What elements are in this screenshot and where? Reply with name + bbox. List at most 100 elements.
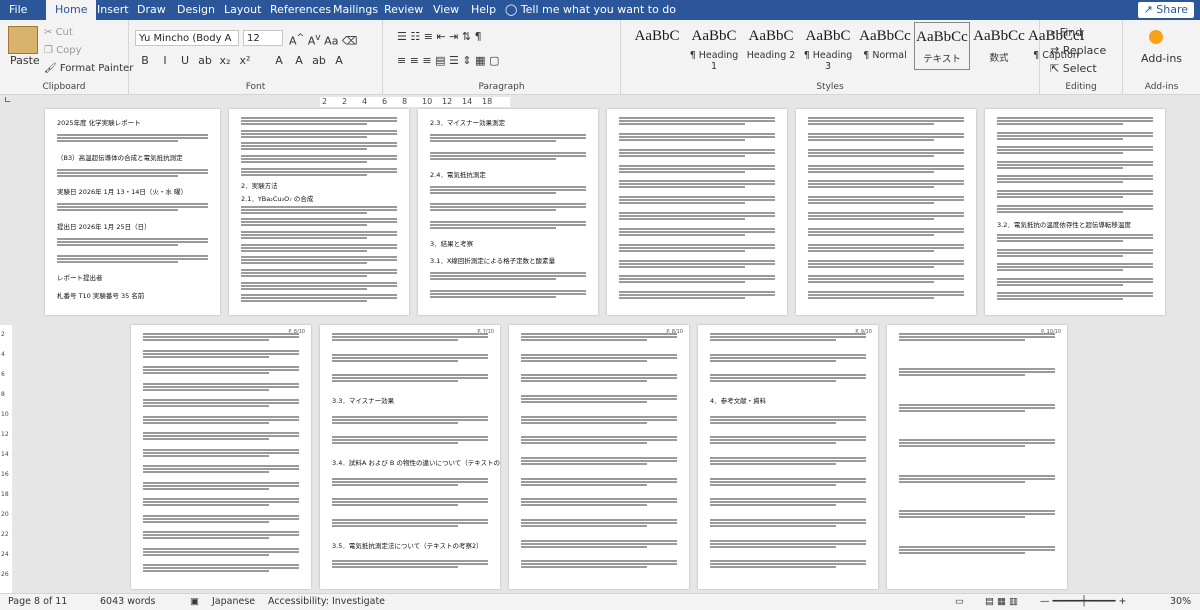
ruler-tick: 18 <box>482 97 493 106</box>
font-color-button[interactable]: A <box>269 54 289 67</box>
vruler-tick: 8 <box>1 391 5 398</box>
text-placeholder <box>619 218 745 220</box>
document-page[interactable]: P. 8/10 <box>131 325 311 589</box>
text-placeholder <box>241 129 397 132</box>
tell-me-search[interactable]: ◯ Tell me what you want to do <box>505 0 676 20</box>
document-page[interactable] <box>607 109 787 315</box>
font-format-button[interactable]: B <box>135 54 155 67</box>
align-buttons[interactable]: ≡ ≡ ≡ ▤ ☰ ⇕ ▦ ▢ <box>397 54 499 68</box>
accessibility-status[interactable]: Accessibility: Investigate <box>268 594 385 610</box>
zoom-slider[interactable]: — ━━━━━┿━━━━━ + <box>1040 594 1126 610</box>
word-count[interactable]: 6043 words <box>100 594 156 610</box>
font-format-button[interactable]: U <box>175 54 195 67</box>
share-button[interactable]: ↗ Share <box>1137 2 1194 18</box>
text-placeholder <box>710 519 866 521</box>
text-placeholder <box>430 275 586 278</box>
text-placeholder <box>710 377 866 380</box>
tab-selector-icon[interactable]: ∟ <box>4 96 12 106</box>
text-placeholder <box>521 356 677 359</box>
page-count[interactable]: Page 8 of 11 <box>8 594 67 610</box>
text-placeholder <box>143 388 269 391</box>
text-placeholder <box>521 519 677 521</box>
text-placeholder <box>332 356 488 359</box>
horizontal-ruler[interactable]: ∟ 2 2 4 6 8 10 12 14 18 <box>0 95 1200 109</box>
grow-font-button[interactable]: A^ Av Aa ⌫ <box>289 31 358 48</box>
text-placeholder <box>997 120 1153 122</box>
text-placeholder <box>143 435 299 438</box>
focus-mode-icon[interactable]: ▭ <box>955 594 964 610</box>
text-placeholder <box>997 239 1123 242</box>
style-tile[interactable]: AaBbC <box>629 22 685 70</box>
text-placeholder <box>710 460 866 462</box>
text-placeholder <box>430 137 586 140</box>
text-placeholder <box>619 294 775 297</box>
text-placeholder <box>619 154 745 157</box>
select-button[interactable]: ⇱ Select <box>1050 62 1097 76</box>
font-size-select[interactable]: 12 <box>243 30 283 46</box>
style-tile[interactable]: AaBbCc 数式 <box>971 22 1027 70</box>
style-tile[interactable]: AaBbC ¶ Heading 1 <box>686 22 742 72</box>
document-page[interactable]: 2．実験方法 2.1．YBa₂Cu₃O₇ の合成 <box>229 109 409 315</box>
tab-file[interactable]: File <box>0 0 36 20</box>
style-name: ¶ Normal <box>863 50 907 61</box>
zoom-level[interactable]: 30% <box>1170 594 1191 610</box>
document-page[interactable]: P. 10/10 <box>887 325 1067 589</box>
document-page[interactable]: 3.2．電気抵抗の温度依存性と超伝導転移温度 <box>985 109 1165 315</box>
font-format-button[interactable]: x² <box>235 54 255 67</box>
text-placeholder <box>332 519 488 521</box>
font-color-button[interactable]: A <box>329 54 349 67</box>
font-format-button[interactable]: I <box>155 54 175 67</box>
view-buttons[interactable]: ▤ ▦ ▥ <box>985 594 1018 610</box>
copy-icon: ❐ <box>44 45 57 56</box>
proofing-icon[interactable]: ▣ <box>190 594 199 610</box>
document-page[interactable]: P. 9/10 4．参考文献・資料 <box>698 325 878 589</box>
document-page[interactable]: 2.3．マイスナー効果測定 2.4．電気抵抗測定 3．結果と考察 3.1．X線回折測定… <box>418 109 598 315</box>
document-page[interactable]: 2025年度 化学実験レポート （B3）高温超伝導体の合成と電気抵抗測定 実験日 2… <box>45 109 220 315</box>
style-tile[interactable]: AaBbCc ¶ Normal <box>857 22 913 70</box>
copy-button[interactable]: ❐ Copy <box>44 44 82 58</box>
text-placeholder <box>241 120 397 122</box>
language-indicator[interactable]: Japanese <box>212 594 255 610</box>
vertical-ruler[interactable]: 2 4 6 8 10 12 14 16 18 20 22 24 26 <box>0 325 12 593</box>
text-placeholder <box>143 415 299 418</box>
addins-icon[interactable] <box>1149 30 1163 44</box>
document-page[interactable] <box>796 109 976 315</box>
style-tile[interactable]: AaBbC Heading 2 <box>743 22 799 70</box>
format-painter-button[interactable]: 🖌 Format Painter <box>44 62 133 76</box>
font-label: Font <box>245 82 266 92</box>
addins-button[interactable]: Add-ins <box>1141 52 1182 66</box>
cut-button[interactable]: ✂ Cut <box>44 26 73 40</box>
font-name-select[interactable]: Yu Mincho (Body A <box>135 30 239 46</box>
replace-button[interactable]: ⇄ Replace <box>1050 44 1106 58</box>
text-placeholder <box>619 278 775 281</box>
font-color-button[interactable]: ab <box>309 54 329 67</box>
text-placeholder <box>619 230 775 233</box>
text-placeholder <box>332 418 488 421</box>
text-placeholder <box>521 477 677 480</box>
font-format-button[interactable]: ab <box>195 54 215 67</box>
text-placeholder <box>521 566 647 569</box>
text-placeholder <box>332 439 488 442</box>
style-tile[interactable]: AaBbCc テキスト <box>914 22 970 70</box>
text-placeholder <box>619 262 775 265</box>
text-placeholder <box>143 432 299 435</box>
paste-icon[interactable] <box>8 26 38 54</box>
font-color-button[interactable]: A <box>289 54 309 67</box>
text-placeholder <box>808 186 934 189</box>
text-placeholder <box>899 442 1055 445</box>
text-placeholder <box>241 300 367 303</box>
ruler-tick: 6 <box>382 97 388 106</box>
page-text-line: 2.3．マイスナー効果測定 <box>430 119 506 127</box>
style-tile[interactable]: AaBbC ¶ Heading 3 <box>800 22 856 72</box>
document-page[interactable]: P. 8/10 <box>509 325 689 589</box>
list-buttons[interactable]: ☰ ☷ ≡ ⇤ ⇥ ⇅ ¶ <box>397 30 482 44</box>
text-placeholder <box>143 438 269 441</box>
font-format-button[interactable]: x₂ <box>215 54 235 67</box>
text-placeholder <box>997 263 1153 266</box>
tab-help[interactable]: Help <box>462 0 505 20</box>
paste-button[interactable]: Paste <box>10 54 40 68</box>
find-button[interactable]: ⌕ Find <box>1050 26 1082 40</box>
text-placeholder <box>332 525 458 527</box>
document-page[interactable]: P. 7/10 3.3．マイスナー効果 3.4．試料A および B の物性の違いにつ… <box>320 325 500 589</box>
text-placeholder <box>997 166 1123 169</box>
